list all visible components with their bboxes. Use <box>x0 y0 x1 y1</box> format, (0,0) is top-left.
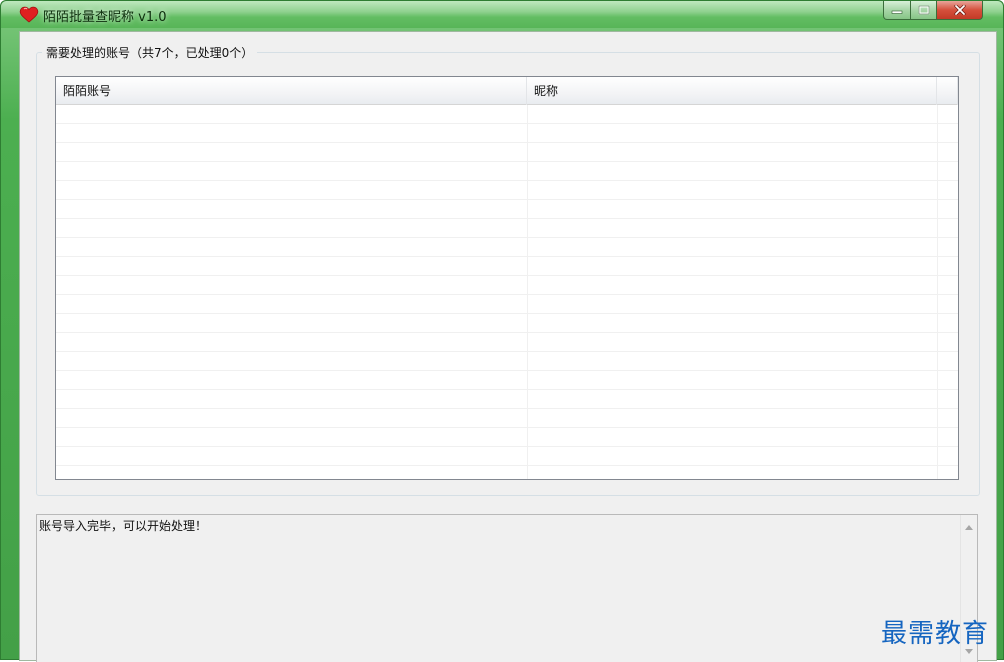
table-row <box>56 162 958 181</box>
maximize-button[interactable] <box>911 1 937 20</box>
client-area: 需要处理的账号（共7个，已处理0个） 陌陌账号 昵称 账号导入完毕，可以开始处理… <box>19 31 997 662</box>
log-message: 账号导入完毕，可以开始处理！ <box>39 519 208 533</box>
caption-buttons <box>883 1 983 20</box>
table-row <box>56 219 958 238</box>
heart-icon <box>19 6 39 23</box>
table-row <box>56 428 958 447</box>
log-textarea[interactable]: 账号导入完毕，可以开始处理！ <box>36 514 978 662</box>
column-header-momo-account[interactable]: 陌陌账号 <box>56 77 527 105</box>
accounts-listview[interactable]: 陌陌账号 昵称 <box>55 76 959 480</box>
table-row <box>56 314 958 333</box>
window-title: 陌陌批量查昵称 v1.0 <box>43 10 167 25</box>
table-row <box>56 124 958 143</box>
table-row <box>56 238 958 257</box>
app-window: 陌陌批量查昵称 v1.0 需要处理的账号（共7个，已处理0个） 陌陌账号 昵称 … <box>0 0 1004 662</box>
table-row <box>56 371 958 390</box>
scroll-up-icon[interactable] <box>965 525 973 530</box>
listview-header: 陌陌账号 昵称 <box>56 77 958 105</box>
close-icon <box>953 5 966 15</box>
table-row <box>56 257 958 276</box>
listview-rows <box>56 105 958 479</box>
minimize-button[interactable] <box>883 1 911 20</box>
title-bar[interactable]: 陌陌批量查昵称 v1.0 <box>1 1 1003 28</box>
column-header-filler <box>937 77 958 105</box>
table-row <box>56 181 958 200</box>
table-row <box>56 276 958 295</box>
table-row <box>56 333 958 352</box>
column-divider <box>937 105 938 479</box>
table-row <box>56 200 958 219</box>
close-button[interactable] <box>937 1 983 20</box>
column-header-nickname[interactable]: 昵称 <box>527 77 937 105</box>
table-row <box>56 409 958 428</box>
table-row <box>56 143 958 162</box>
maximize-icon <box>918 5 929 15</box>
watermark-text: 最需教育 <box>881 619 990 649</box>
groupbox-legend: 需要处理的账号（共7个，已处理0个） <box>42 44 258 61</box>
minimize-icon <box>891 10 903 14</box>
column-divider <box>527 105 528 479</box>
table-row <box>56 295 958 314</box>
table-row <box>56 105 958 124</box>
table-row <box>56 447 958 466</box>
table-row <box>56 352 958 371</box>
table-row <box>56 390 958 409</box>
